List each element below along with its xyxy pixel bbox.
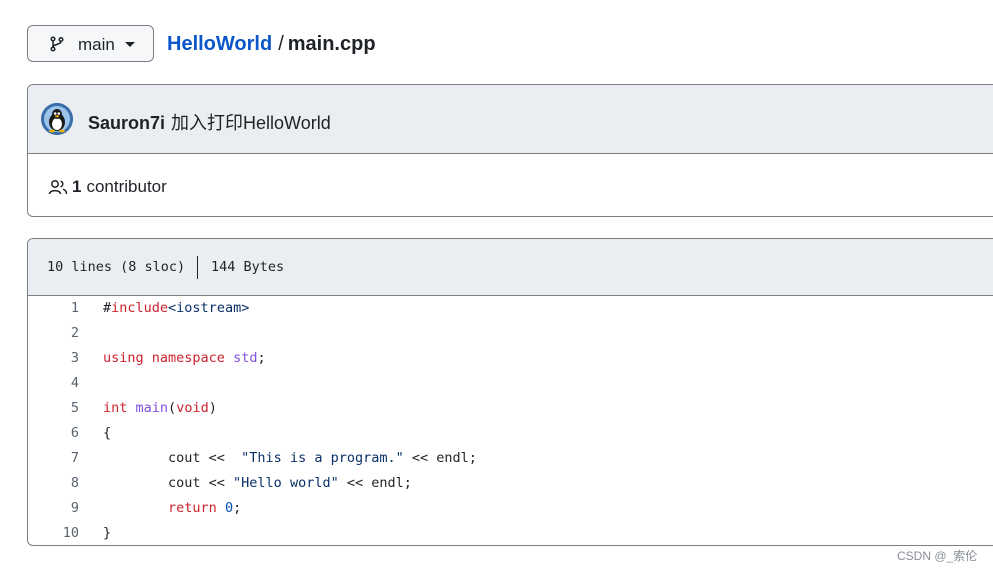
- code-token: << endl;: [338, 475, 412, 491]
- contributor-count: 1: [72, 177, 82, 196]
- code-line: 1 #include<iostream>: [28, 296, 993, 321]
- code-token: "Hello world": [233, 475, 339, 491]
- code-line: 3 using namespace std;: [28, 346, 993, 371]
- code-token: #: [103, 300, 112, 316]
- line-code: using namespace std;: [103, 350, 266, 366]
- code-token: namespace: [151, 350, 225, 366]
- breadcrumb: HelloWorld / main.cpp: [167, 33, 376, 56]
- code-token: return: [168, 500, 217, 516]
- repo-link[interactable]: HelloWorld: [167, 33, 272, 55]
- caret-down-icon: [125, 42, 135, 47]
- line-number[interactable]: 2: [28, 325, 79, 341]
- code-token: ;: [257, 350, 266, 366]
- code-token: "This is a program.": [233, 450, 404, 466]
- line-number[interactable]: 3: [28, 350, 79, 366]
- line-number[interactable]: 10: [28, 525, 79, 541]
- people-icon: [48, 180, 68, 195]
- code-line: 7 cout << "This is a program." << endl;: [28, 446, 993, 471]
- file-lines-info: 10 lines (8 sloc): [47, 259, 186, 275]
- contributor-label: contributor: [86, 177, 167, 196]
- watermark: CSDN @_索伦: [897, 549, 978, 563]
- code-token: << endl;: [403, 450, 477, 466]
- code-line: 2: [28, 321, 993, 346]
- line-code: int main(void): [103, 400, 217, 416]
- line-number[interactable]: 4: [28, 375, 79, 391]
- code-token: std: [233, 350, 258, 366]
- code-token: cout <<: [103, 450, 234, 466]
- line-code: return 0;: [103, 500, 241, 516]
- commit-author[interactable]: Sauron7i: [88, 113, 165, 133]
- code-line: 6{: [28, 421, 993, 446]
- file-size-info: 144 Bytes: [211, 259, 285, 275]
- code-token: cout <<: [103, 475, 234, 491]
- latest-commit-header: Sauron7i 加入打印HelloWorld: [28, 85, 993, 154]
- file-info-bar: 10 lines (8 sloc) 144 Bytes: [28, 239, 993, 296]
- code-line: 8 cout << "Hello world" << endl;: [28, 471, 993, 496]
- git-branch-icon: [50, 36, 64, 52]
- code-token: ): [208, 400, 217, 416]
- code-token: ;: [233, 500, 242, 516]
- file-name: main.cpp: [287, 33, 376, 55]
- breadcrumb-separator: /: [278, 33, 284, 55]
- code-token: using: [103, 350, 144, 366]
- code-token: {: [103, 425, 112, 441]
- code-line: 10}: [28, 521, 993, 545]
- code-token: include: [111, 300, 169, 316]
- code-view: 1 #include<iostream> 2 3 using namespace std…: [28, 296, 993, 545]
- file-info-divider: [197, 256, 198, 279]
- line-code: cout << "Hello world" << endl;: [103, 475, 412, 491]
- code-box: 10 lines (8 sloc) 144 Bytes 1 #include<io…: [27, 238, 993, 546]
- line-number[interactable]: 6: [28, 425, 79, 441]
- branch-select-button[interactable]: main: [27, 25, 154, 62]
- contributors[interactable]: 1 contributor: [48, 177, 167, 197]
- line-number[interactable]: 8: [28, 475, 79, 491]
- code-token: void: [176, 400, 209, 416]
- tux-avatar[interactable]: [41, 103, 73, 135]
- line-code: }: [103, 525, 111, 541]
- code-line: 4: [28, 371, 993, 396]
- code-token: (: [168, 400, 177, 416]
- code-line: 5 int main(void): [28, 396, 993, 421]
- code-token: }: [103, 525, 112, 541]
- line-number[interactable]: 9: [28, 500, 79, 516]
- code-line: 9 return 0;: [28, 496, 993, 521]
- line-number[interactable]: 1: [28, 300, 79, 316]
- code-token: 0: [224, 500, 234, 516]
- commit-message[interactable]: 加入打印HelloWorld: [171, 113, 331, 133]
- branch-label: main: [78, 35, 115, 54]
- code-token: main: [135, 400, 169, 416]
- line-number[interactable]: 5: [28, 400, 79, 416]
- line-code: #include<iostream>: [103, 300, 249, 316]
- line-number[interactable]: 7: [28, 450, 79, 466]
- line-code: {: [103, 425, 111, 441]
- line-code: cout << "This is a program." << endl;: [103, 450, 477, 466]
- code-token: <iostream>: [168, 300, 250, 316]
- code-token: int: [103, 400, 128, 416]
- commit-box: Sauron7i 加入打印HelloWorld 1 contributor: [27, 84, 993, 217]
